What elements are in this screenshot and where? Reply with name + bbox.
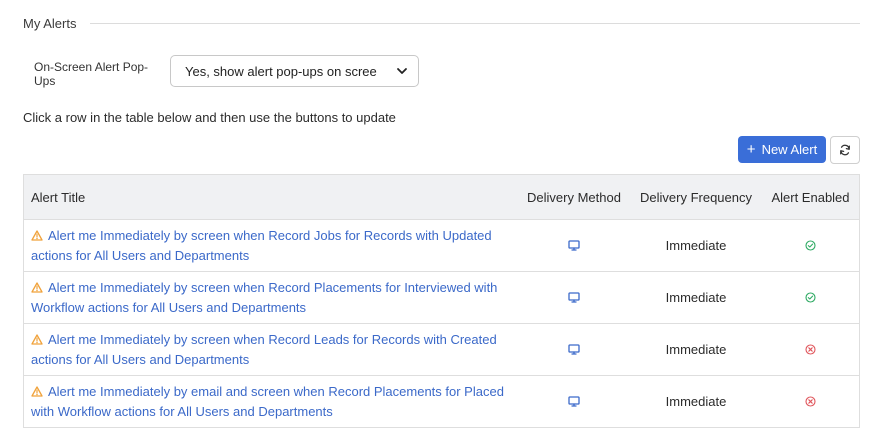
warning-icon (31, 385, 43, 397)
alert-title-text[interactable]: Alert me Immediately by screen when Reco… (31, 330, 504, 370)
delivery-frequency-cell: Immediate (665, 342, 727, 357)
alert-title-text[interactable]: Alert me Immediately by email and screen… (31, 382, 504, 422)
table-row[interactable]: Alert me Immediately by screen when Reco… (24, 220, 859, 272)
delivery-method-cell (518, 272, 630, 323)
refresh-button[interactable] (830, 136, 860, 164)
x-circle-icon (805, 344, 816, 355)
table-row[interactable]: Alert me Immediately by screen when Reco… (24, 324, 859, 376)
table-body: Alert me Immediately by screen when Reco… (24, 220, 859, 427)
alert-enabled-cell (762, 376, 859, 427)
alerts-table: Alert Title Delivery Method Delivery Fre… (23, 174, 860, 428)
check-circle-icon (805, 240, 816, 251)
popup-setting-select[interactable]: Yes, show alert pop-ups on scree (170, 55, 419, 87)
header-delivery-method[interactable]: Delivery Method (518, 175, 630, 219)
table-header: Alert Title Delivery Method Delivery Fre… (24, 175, 859, 220)
delivery-method-cell (518, 220, 630, 271)
header-delivery-frequency[interactable]: Delivery Frequency (630, 175, 762, 219)
alert-enabled-cell (762, 324, 859, 375)
popup-setting-label: On-Screen Alert Pop-Ups (34, 60, 149, 88)
alert-title-text[interactable]: Alert me Immediately by screen when Reco… (31, 226, 504, 266)
chevron-down-icon (397, 68, 407, 74)
alert-title-cell[interactable]: Alert me Immediately by screen when Reco… (24, 220, 518, 271)
monitor-icon (568, 344, 580, 355)
table-row[interactable]: Alert me Immediately by email and screen… (24, 376, 859, 427)
instructions-text: Click a row in the table below and then … (23, 110, 396, 125)
warning-icon (31, 229, 43, 241)
table-row[interactable]: Alert me Immediately by screen when Reco… (24, 272, 859, 324)
alert-enabled-cell (762, 272, 859, 323)
warning-icon (31, 333, 43, 345)
alert-title-label: Alert me Immediately by screen when Reco… (31, 279, 498, 315)
header-alert-enabled[interactable]: Alert Enabled (762, 175, 859, 219)
popup-setting-value: Yes, show alert pop-ups on scree (185, 63, 377, 79)
alert-title-cell[interactable]: Alert me Immediately by screen when Reco… (24, 272, 518, 323)
plus-icon: + (746, 141, 756, 158)
delivery-frequency-cell: Immediate (665, 238, 727, 253)
section-header: My Alerts (23, 14, 860, 32)
alert-title-cell[interactable]: Alert me Immediately by screen when Reco… (24, 324, 518, 375)
monitor-icon (568, 396, 580, 407)
alert-enabled-cell (762, 220, 859, 271)
check-circle-icon (805, 292, 816, 303)
alert-title-label: Alert me Immediately by screen when Reco… (31, 227, 492, 263)
alert-title-label: Alert me Immediately by screen when Reco… (31, 331, 497, 367)
x-circle-icon (805, 396, 816, 407)
delivery-method-cell (518, 376, 630, 427)
section-divider (90, 22, 860, 24)
delivery-frequency-cell: Immediate (665, 290, 727, 305)
delivery-frequency-cell: Immediate (665, 394, 727, 409)
alert-title-label: Alert me Immediately by email and screen… (31, 383, 504, 419)
warning-icon (31, 281, 43, 293)
refresh-icon (840, 144, 850, 156)
new-alert-button[interactable]: + New Alert (738, 136, 826, 163)
section-title: My Alerts (23, 15, 77, 31)
header-alert-title[interactable]: Alert Title (24, 175, 518, 219)
alert-title-text[interactable]: Alert me Immediately by screen when Reco… (31, 278, 504, 318)
monitor-icon (568, 240, 580, 251)
alert-title-cell[interactable]: Alert me Immediately by email and screen… (24, 376, 518, 427)
delivery-method-cell (518, 324, 630, 375)
monitor-icon (568, 292, 580, 303)
new-alert-label: New Alert (761, 142, 818, 157)
